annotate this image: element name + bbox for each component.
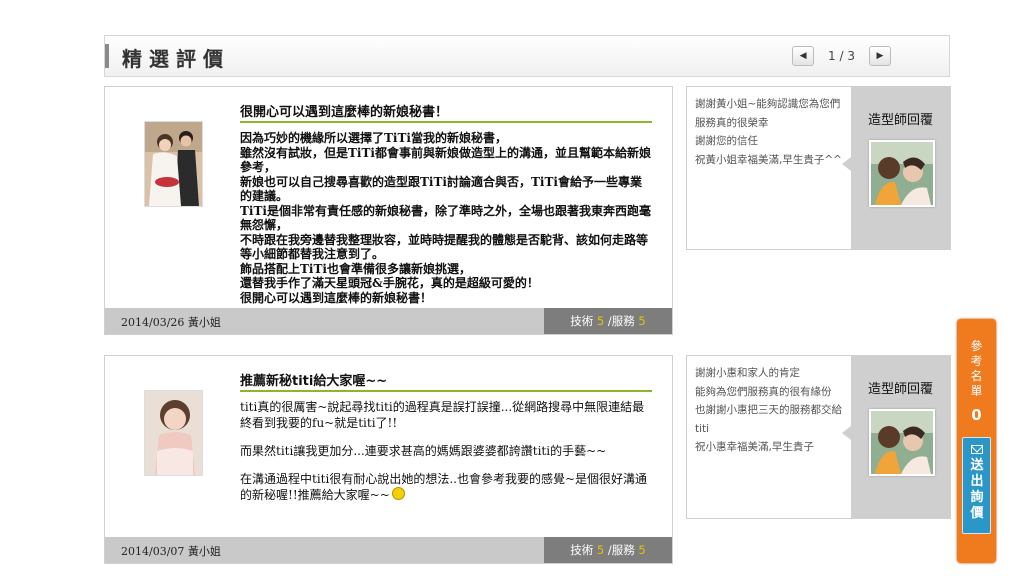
reply-label: 造型師回覆 [867, 113, 933, 128]
review-line: 不時跟在我旁邊替我整理妝容，並時時提醒我的體態是否駝背、該如何走路等等小細節都替… [240, 232, 649, 262]
prev-page-icon: ◀ [799, 51, 807, 61]
stylist-avatar [869, 140, 935, 207]
next-page-icon: ▶ [876, 51, 884, 61]
review-card: 推薦新秘titi給大家喔~~ titi真的很厲害~說起尋找titi的過程真是誤打… [104, 355, 673, 564]
review-line: 新娘也可以自己搜尋喜歡的造型跟TiTi討論適合與否，TiTi會給予一些專業的建議… [240, 174, 642, 204]
reviewer-photo [144, 390, 203, 476]
title-divider [240, 390, 652, 392]
prev-page-button[interactable]: ◀ [792, 46, 815, 66]
reply-side-panel: 造型師回覆 [842, 356, 950, 518]
reply-line: 祝小惠幸福美滿,早生貴子 [695, 441, 814, 453]
section-title: 精選評價 [122, 47, 230, 71]
reference-list-count: 0 [971, 406, 982, 424]
smiley-icon [391, 487, 405, 500]
reviewer-photo [144, 121, 203, 207]
review-line: 在溝通過程中titi很有耐心說出她的想法..也會參考我要的感覺~是個很好溝通的新… [240, 471, 652, 503]
reply-line: 謝謝您的信任 [695, 135, 758, 147]
review-body: titi真的很厲害~說起尋找titi的過程真是誤打誤撞...從網路搜尋中無限連結… [240, 399, 652, 503]
review-line: titi真的很厲害~說起尋找titi的過程真是誤打誤撞...從網路搜尋中無限連結… [240, 400, 645, 430]
review-footer: 2014/03/26 黃小姐 技術 5 /服務 5 [105, 308, 672, 334]
reply-label: 造型師回覆 [867, 382, 933, 397]
reply-notch [842, 157, 851, 171]
skill-score: 5 [596, 543, 605, 557]
reply-line: 謝謝小惠和家人的肯定 [695, 367, 800, 379]
review-ratings: 技術 5 /服務 5 [544, 308, 672, 334]
page-indicator: 1 / 3 [828, 49, 855, 63]
review-line: 還替我手作了滿天星頭冠&手腕花，真的是超級可愛的！ [240, 276, 539, 290]
reply-line: 能夠為您們服務真的很有緣份 [695, 385, 832, 398]
reference-list-label: 參考名單 [970, 339, 983, 398]
review-line: 很開心可以遇到這麼棒的新娘秘書！ [240, 290, 433, 305]
mail-icon [971, 445, 983, 454]
service-score: 5 [638, 543, 646, 557]
header-accent-bar [105, 44, 109, 68]
reply-line: 謝謝黃小姐~能夠認識您為您們服務真的很榮幸 [695, 98, 841, 129]
reply-line: 也謝謝小惠把三天的服務都交給titi [695, 404, 842, 435]
review-line: 雖然沒有試妝，但是TiTi都會事前與新娘做造型上的溝通，並且幫範本給新娘參考， [240, 145, 651, 175]
pagination: ◀ 1 / 3 ▶ [792, 46, 891, 66]
service-label: 服務 [611, 314, 635, 328]
skill-label: 技術 [570, 543, 594, 557]
review-title: 很開心可以遇到這麼棒的新娘秘書！ [240, 105, 449, 120]
review-body: 因為巧妙的機緣所以選擇了TiTi當我的新娘秘書， 雖然沒有試妝，但是TiTi都會… [240, 131, 652, 305]
review-ratings: 技術 5 /服務 5 [544, 537, 672, 563]
send-inquiry-button[interactable]: 送出詢價 [962, 437, 991, 534]
service-label: 服務 [611, 543, 635, 557]
next-page-button[interactable]: ▶ [869, 46, 891, 66]
reply-text: 謝謝黃小姐~能夠認識您為您們服務真的很榮幸 謝謝您的信任 祝黃小姐幸福美滿,早生… [695, 95, 843, 169]
review-card: 很開心可以遇到這麼棒的新娘秘書！ 因為巧妙的機緣所以選擇了TiTi當我的新娘秘書… [104, 86, 673, 335]
reply-side-panel: 造型師回覆 [842, 87, 950, 249]
send-inquiry-label: 送出詢價 [970, 458, 984, 521]
reply-notch [842, 426, 851, 440]
review-footer: 2014/03/07 黃小姐 技術 5 /服務 5 [105, 537, 672, 563]
review-line: 因為巧妙的機緣所以選擇了TiTi當我的新娘秘書， [240, 131, 507, 145]
review-line: 飾品搭配上TiTi也會準備很多讓新娘挑選， [240, 261, 471, 276]
stylist-avatar [869, 409, 935, 476]
review-title: 推薦新秘titi給大家喔~~ [240, 374, 388, 389]
title-divider [240, 121, 652, 123]
reference-list-panel[interactable]: 參考名單 0 送出詢價 [957, 319, 996, 563]
stylist-reply: 謝謝黃小姐~能夠認識您為您們服務真的很榮幸 謝謝您的信任 祝黃小姐幸福美滿,早生… [686, 86, 951, 250]
review-date: 2014/03/07 黃小姐 [121, 545, 221, 558]
stylist-reply: 謝謝小惠和家人的肯定 能夠為您們服務真的很有緣份 也謝謝小惠把三天的服務都交給t… [686, 355, 951, 519]
review-line: 而果然titi讓我更加分...連要求甚高的媽媽跟婆婆都誇讚titi的手藝~~ [240, 444, 607, 458]
review-line: TiTi是個非常有責任感的新娘秘書，除了準時之外，全場也跟著我東奔西跑毫無怨懈， [240, 203, 651, 233]
reply-line: 祝黃小姐幸福美滿,早生貴子^^ [695, 153, 842, 166]
reply-text: 謝謝小惠和家人的肯定 能夠為您們服務真的很有緣份 也謝謝小惠把三天的服務都交給t… [695, 364, 843, 457]
review-date: 2014/03/26 黃小姐 [121, 316, 221, 329]
review-line-text: 在溝通過程中titi很有耐心說出她的想法..也會參考我要的感覺~是個很好溝通的新… [240, 472, 648, 502]
skill-score: 5 [596, 314, 605, 328]
section-header: 精選評價 ◀ 1 / 3 ▶ [104, 35, 950, 77]
service-score: 5 [638, 314, 646, 328]
skill-label: 技術 [570, 314, 594, 328]
